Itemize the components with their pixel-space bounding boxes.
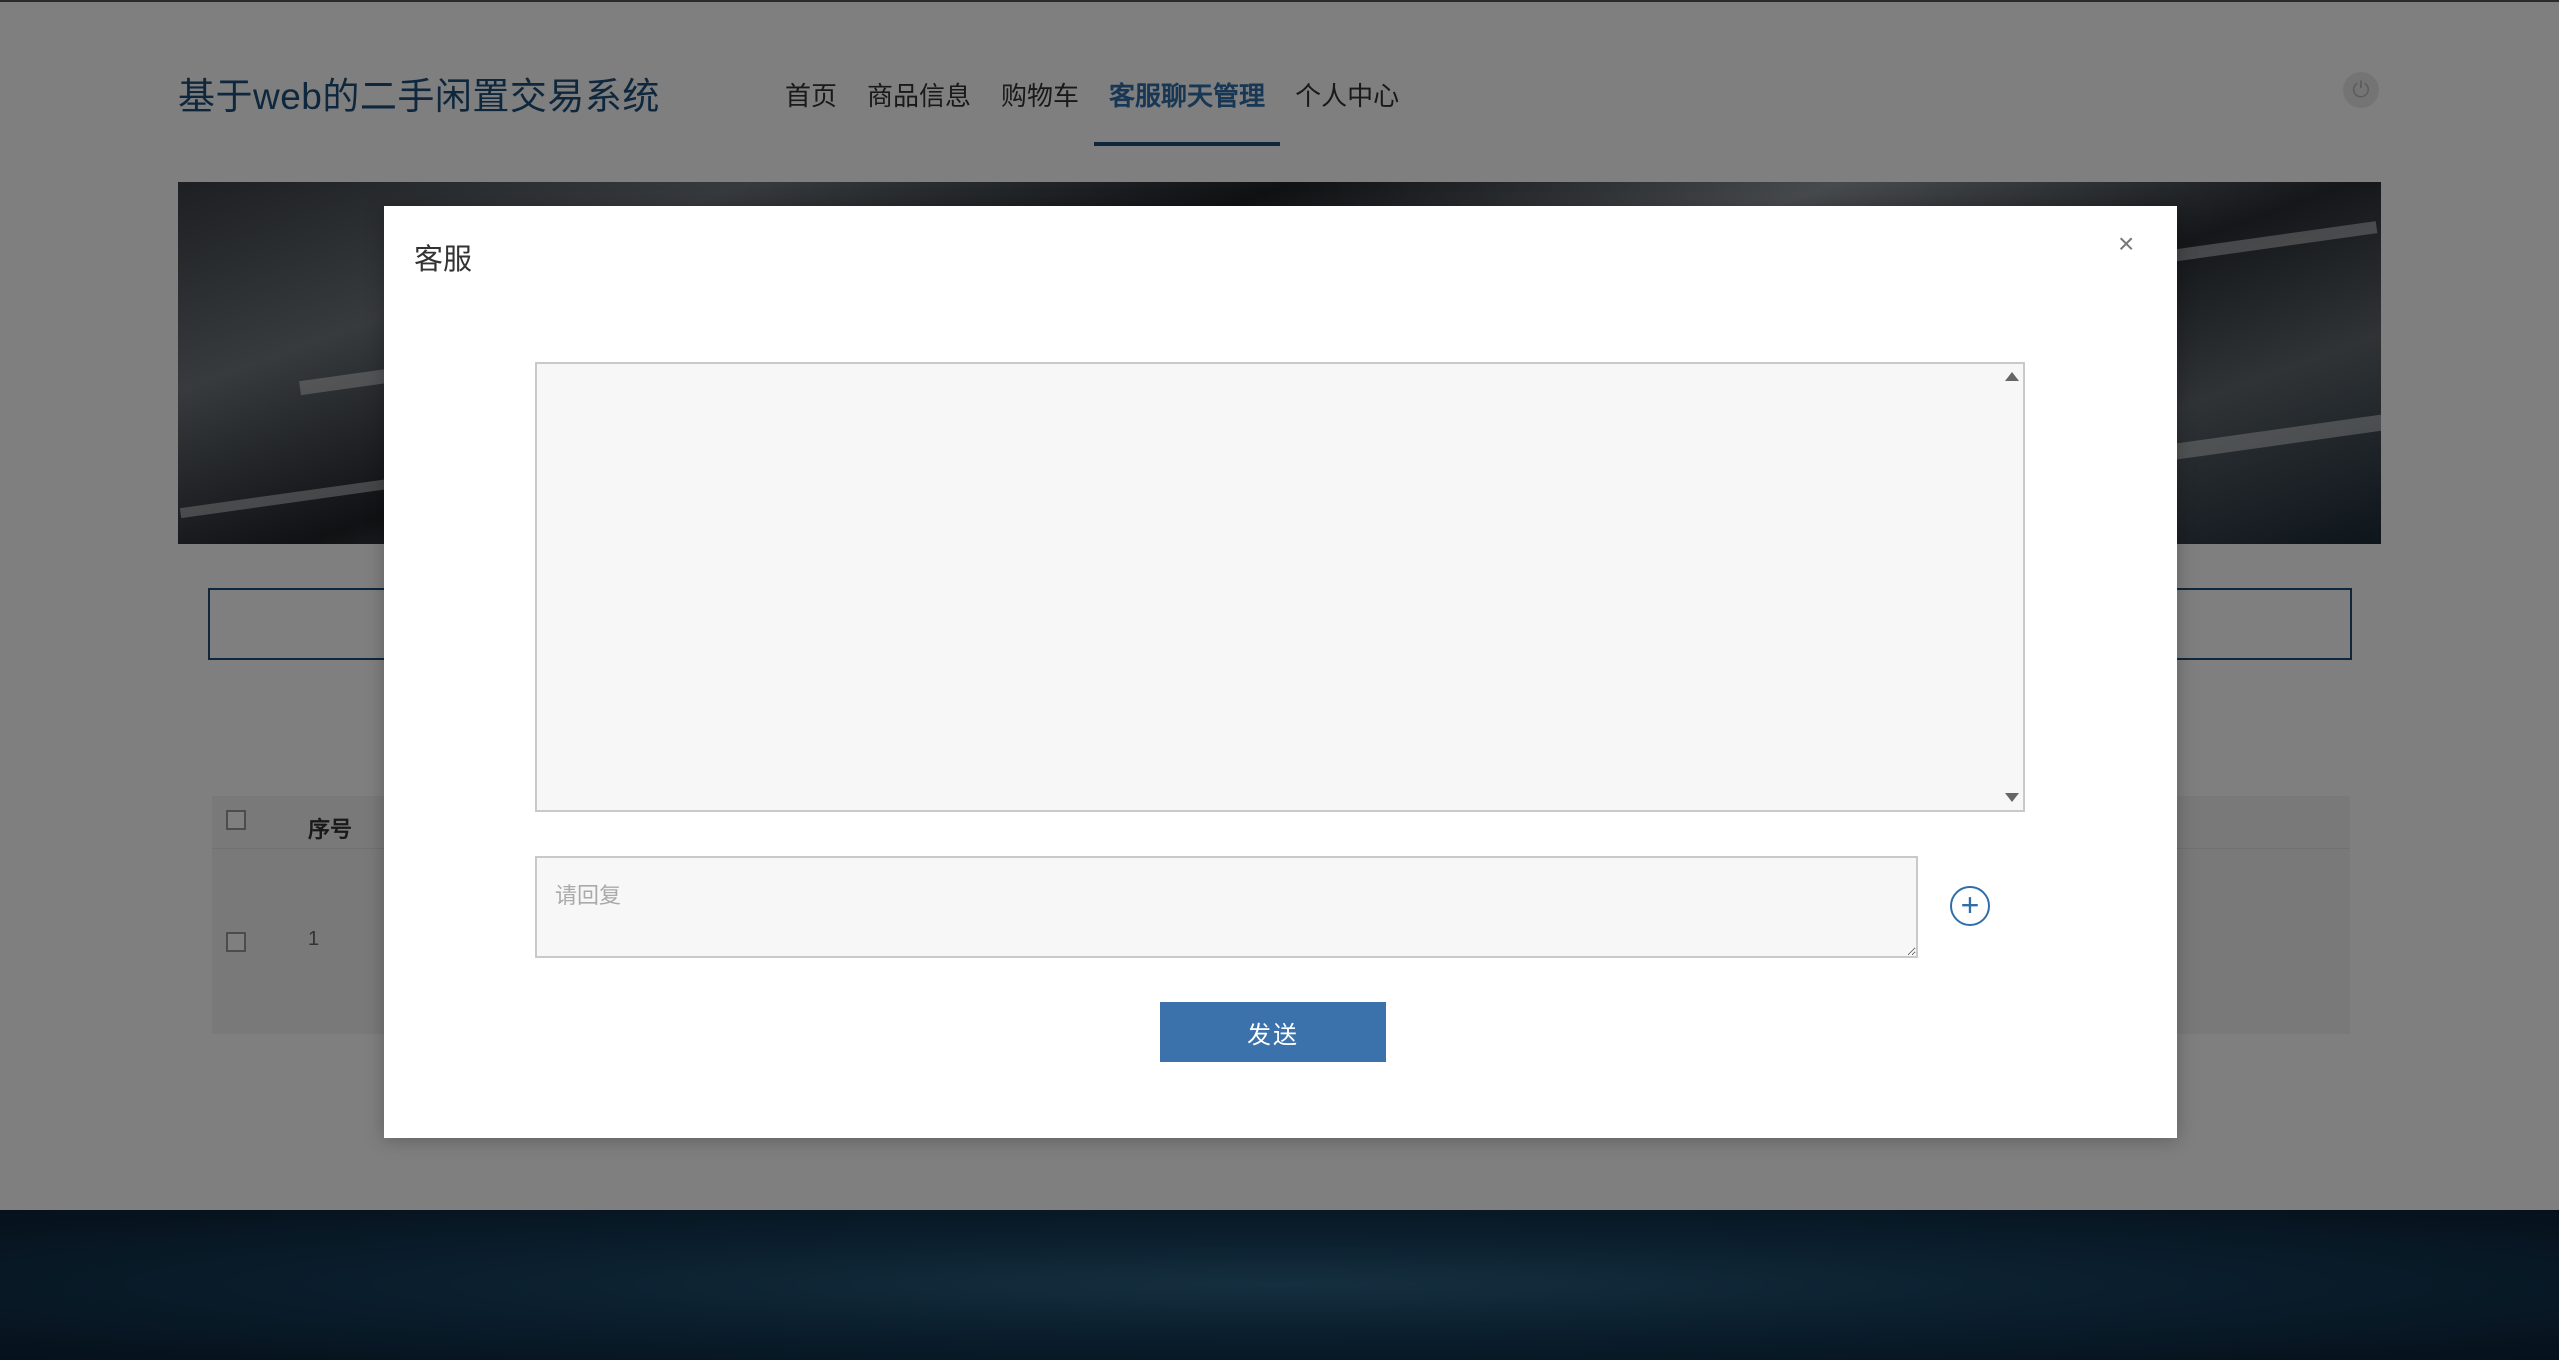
modal-title: 客服: [414, 244, 473, 276]
reply-input[interactable]: [535, 856, 1918, 958]
send-button[interactable]: 发送: [1160, 1002, 1386, 1062]
scroll-up-icon[interactable]: [2005, 372, 2019, 381]
chat-message-area[interactable]: [535, 362, 2025, 812]
scroll-down-icon[interactable]: [2005, 793, 2019, 802]
add-attachment-icon[interactable]: +: [1950, 886, 1990, 926]
chat-modal: 客服 × + 发送: [384, 206, 2177, 1138]
chat-scrollbar[interactable]: [1999, 364, 2023, 810]
close-icon[interactable]: ×: [2118, 230, 2134, 258]
